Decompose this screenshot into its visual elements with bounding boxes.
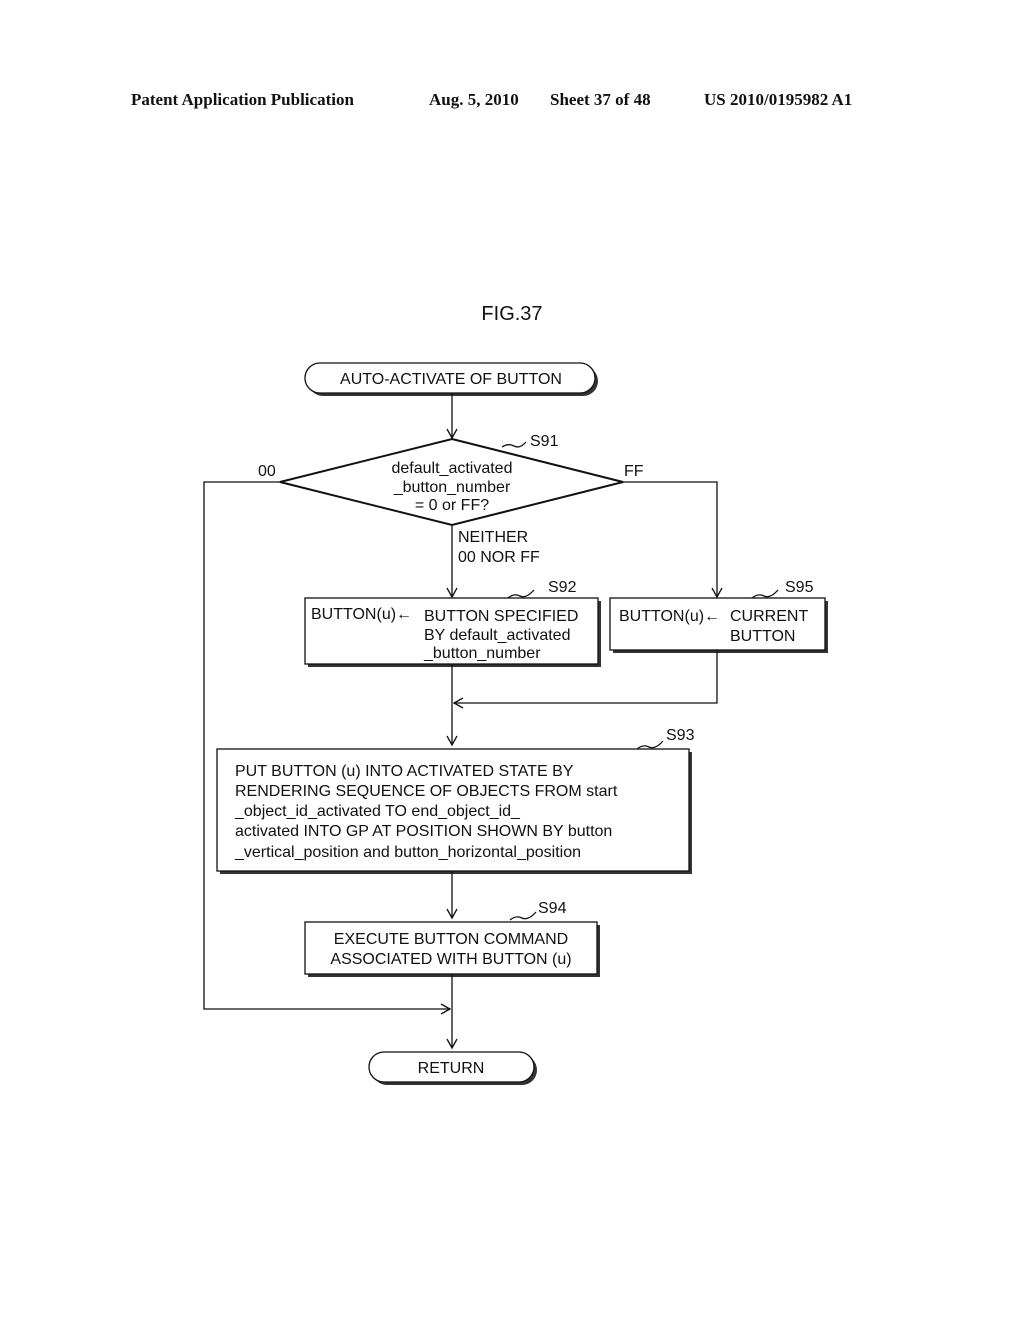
branch-label-ff: FF xyxy=(624,463,644,480)
start-terminal: AUTO-ACTIVATE OF BUTTON xyxy=(304,362,598,396)
process-s92: BUTTON(u)← BUTTON SPECIFIED BY default_a… xyxy=(304,597,601,667)
s93-line-3: _object_id_activated TO end_object_id_ xyxy=(234,803,521,820)
s93-line-4: activated INTO GP AT POSITION SHOWN BY b… xyxy=(235,823,612,840)
s94-leader xyxy=(509,911,537,921)
decision-line-1: default_activated xyxy=(392,460,513,477)
start-label: AUTO-ACTIVATE OF BUTTON xyxy=(340,371,562,388)
s92-line-2: BY default_activated xyxy=(424,627,570,644)
process-s94: EXECUTE BUTTON COMMAND ASSOCIATED WITH B… xyxy=(304,921,600,977)
step-label-s91: S91 xyxy=(530,433,559,450)
connector-s91-to-s95 xyxy=(623,481,723,599)
decision-line-2: _button_number xyxy=(393,479,511,496)
s94-line-2: ASSOCIATED WITH BUTTON (u) xyxy=(330,951,571,968)
branch-label-neither-1: NEITHER xyxy=(458,529,528,546)
s93-line-2: RENDERING SEQUENCE OF OBJECTS FROM start xyxy=(235,783,618,800)
decision-line-3: = 0 or FF? xyxy=(415,497,489,514)
s92-leader xyxy=(507,589,535,599)
s92-line-3: _button_number xyxy=(423,645,541,662)
s94-line-1: EXECUTE BUTTON COMMAND xyxy=(334,931,568,948)
s92-line-1: BUTTON SPECIFIED xyxy=(424,608,578,625)
s95-leader xyxy=(751,589,779,599)
s95-line-2: BUTTON xyxy=(730,628,795,645)
s93-line-5: _vertical_position and button_horizontal… xyxy=(234,844,581,861)
return-label: RETURN xyxy=(418,1060,485,1077)
s95-line-1: CURRENT xyxy=(730,608,808,625)
step-label-s95: S95 xyxy=(785,579,814,596)
decision-s91: default_activated _button_number = 0 or … xyxy=(279,437,624,527)
step-label-s94: S94 xyxy=(538,900,567,917)
s92-prefix: BUTTON(u)← xyxy=(311,606,412,623)
s91-leader xyxy=(501,441,527,448)
branch-label-neither-2: 00 NOR FF xyxy=(458,549,540,566)
s93-line-1: PUT BUTTON (u) INTO ACTIVATED STATE BY xyxy=(235,763,574,780)
s95-prefix: BUTTON(u)← xyxy=(619,608,720,625)
step-label-s93: S93 xyxy=(666,727,695,744)
s93-leader xyxy=(636,740,664,750)
flowchart: AUTO-ACTIVATE OF BUTTON default_activate… xyxy=(203,362,828,1085)
step-label-s92: S92 xyxy=(548,579,577,596)
process-s95: BUTTON(u)← CURRENT BUTTON xyxy=(609,597,828,653)
branch-label-00: 00 xyxy=(258,463,276,480)
return-terminal: RETURN xyxy=(368,1051,537,1085)
process-s93: PUT BUTTON (u) INTO ACTIVATED STATE BY R… xyxy=(216,748,692,874)
